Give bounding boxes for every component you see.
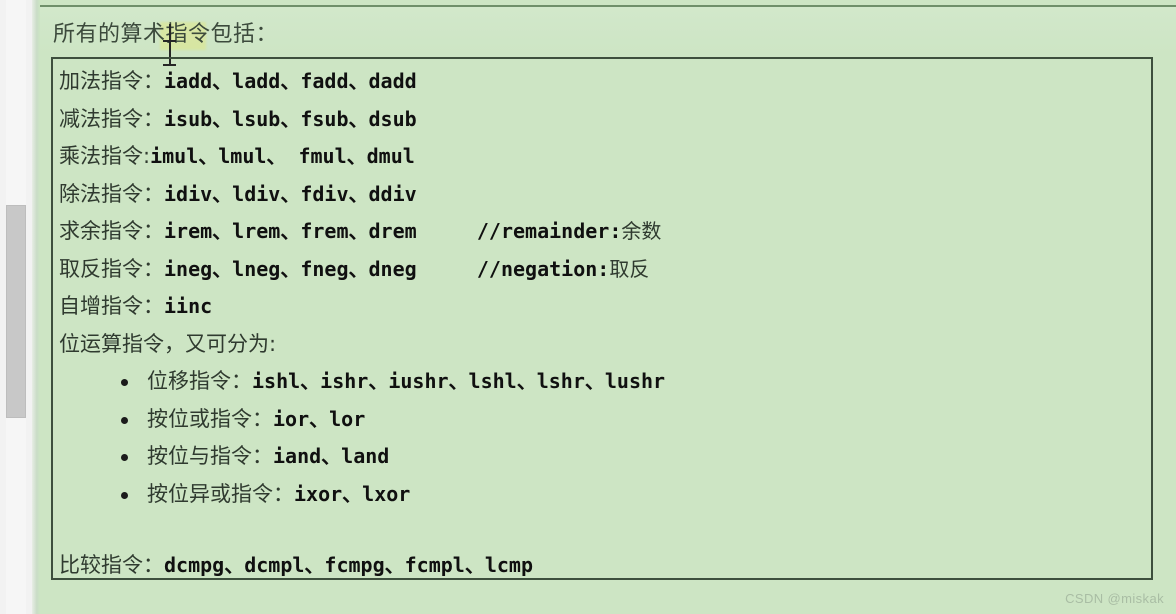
- instruction-line-mul: 乘法指令:imul、lmul、 fmul、dmul: [55, 138, 1151, 176]
- instruction-line-compare: 比较指令：dcmpg、dcmpl、fcmpg、fcmpl、lcmp: [55, 547, 1151, 585]
- instruction-comment-zh: 余数: [621, 219, 662, 243]
- document-surface: 所有的算术指令包括： 加法指令：iadd、ladd、fadd、dadd 减法指令…: [0, 0, 1176, 614]
- instruction-comment-zh: 取反: [609, 256, 650, 281]
- vertical-scrollbar[interactable]: [0, 0, 33, 614]
- instruction-code: isub、lsub、fsub、dsub: [164, 106, 417, 131]
- instruction-box-inner: 加法指令：iadd、ladd、fadd、dadd 减法指令：isub、lsub、…: [53, 59, 1151, 578]
- list-item: 按位与指令：iand、land: [55, 438, 1151, 476]
- bitwise-code: ishl、ishr、iushr、lshl、lshr、lushr: [252, 369, 666, 393]
- top-horizontal-rule: [40, 5, 1176, 7]
- instruction-label: 乘法指令:: [59, 144, 151, 168]
- bitwise-label: 位移指令：: [147, 369, 252, 393]
- instruction-label: 加法指令：: [59, 69, 164, 93]
- page-gutter: [32, 0, 40, 614]
- instruction-comment: //negation:: [476, 256, 610, 281]
- page-title: 所有的算术指令包括：: [53, 22, 279, 47]
- instruction-line-inc: 自增指令：iinc: [55, 288, 1151, 326]
- bitwise-heading-text: 位运算指令，又可分为:: [59, 331, 277, 356]
- bitwise-label: 按位或指令：: [147, 406, 273, 431]
- instruction-code: ineg、lneg、fneg、dneg: [164, 256, 417, 281]
- instruction-line-sub: 减法指令：isub、lsub、fsub、dsub: [55, 101, 1151, 139]
- bitwise-bullet-list: 位移指令：ishl、ishr、iushr、lshl、lshr、lushr 按位或…: [55, 363, 1151, 513]
- bullet-dot-icon: [121, 416, 128, 424]
- instruction-code: dcmpg、dcmpl、fcmpg、fcmpl、lcmp: [164, 553, 533, 577]
- bullet-dot-icon: [121, 379, 128, 386]
- watermark: CSDN @miskak: [1065, 591, 1164, 606]
- instruction-code: idiv、ldiv、fdiv、ddiv: [164, 181, 417, 206]
- instruction-label: 比较指令：: [59, 553, 164, 577]
- list-item: 按位或指令：ior、lor: [55, 401, 1151, 439]
- instruction-line-div: 除法指令：idiv、ldiv、fdiv、ddiv: [55, 176, 1151, 214]
- document-content: 所有的算术指令包括： 加法指令：iadd、ladd、fadd、dadd 减法指令…: [40, 8, 1176, 608]
- bullet-dot-icon: [121, 454, 128, 461]
- instruction-label: 取反指令：: [59, 256, 164, 281]
- instruction-box: 加法指令：iadd、ladd、fadd、dadd 减法指令：isub、lsub、…: [51, 57, 1153, 580]
- scrollbar-thumb[interactable]: [6, 205, 26, 418]
- bitwise-code: iand、land: [273, 444, 390, 468]
- instruction-line-neg: 取反指令：ineg、lneg、fneg、dneg //negation:取反: [55, 251, 1151, 289]
- instruction-code: iinc: [164, 294, 213, 318]
- instruction-label: 自增指令：: [59, 294, 164, 318]
- bitwise-heading: 位运算指令，又可分为:: [55, 326, 1151, 364]
- list-item: 位移指令：ishl、ishr、iushr、lshl、lshr、lushr: [55, 363, 1151, 401]
- instruction-code: imul、lmul、 fmul、dmul: [150, 144, 415, 168]
- list-item: 按位异或指令：ixor、lxor: [55, 476, 1151, 514]
- bullet-dot-icon: [121, 491, 128, 499]
- instruction-comment: //remainder:: [476, 219, 622, 243]
- instruction-label: 除法指令：: [59, 181, 164, 206]
- instruction-label: 减法指令：: [59, 106, 164, 131]
- instruction-line-rem: 求余指令：irem、lrem、frem、drem //remainder:余数: [55, 213, 1151, 251]
- instruction-label: 求余指令：: [59, 219, 164, 243]
- instruction-code: irem、lrem、frem、drem: [164, 219, 417, 243]
- instruction-line-add: 加法指令：iadd、ladd、fadd、dadd: [55, 63, 1151, 101]
- instruction-code: iadd、ladd、fadd、dadd: [164, 69, 417, 93]
- bitwise-code: ixor、lxor: [294, 481, 411, 506]
- bitwise-label: 按位与指令：: [147, 444, 273, 468]
- bitwise-code: ior、lor: [273, 406, 366, 431]
- bitwise-label: 按位异或指令：: [147, 481, 294, 506]
